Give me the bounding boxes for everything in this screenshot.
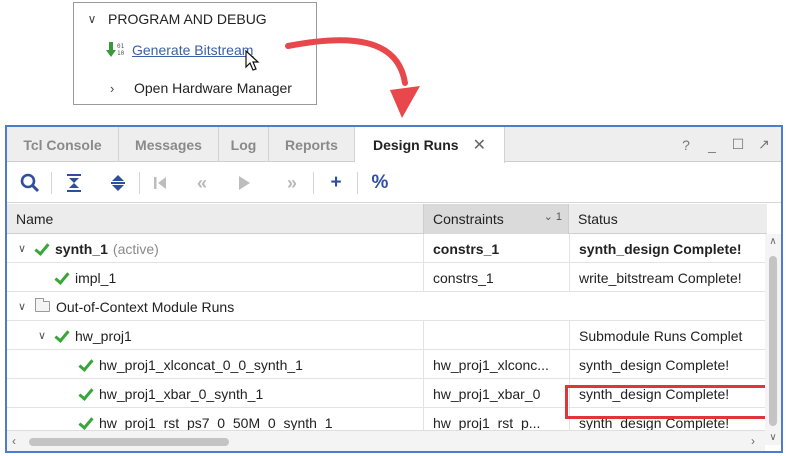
check-icon [77,357,93,373]
chevron-down-icon: ∨ [87,12,97,26]
table-row[interactable]: ∨ hw_proj1 Submodule Runs Complet [7,321,767,350]
percent-icon[interactable]: % [367,170,393,196]
search-icon[interactable] [17,170,43,196]
check-icon [77,415,93,431]
run-status: synth_design Complete! [569,379,767,408]
expand-all-icon[interactable] [105,170,131,196]
generate-bitstream-item[interactable]: 01 10 Generate Bitstream [106,39,253,61]
table-row[interactable]: ∨ Out-of-Context Module Runs [7,292,767,321]
svg-text:10: 10 [117,50,125,57]
minimize-icon[interactable]: _ [705,137,719,153]
play-icon[interactable] [231,170,257,196]
run-constraints: constrs_1 [423,234,569,263]
chevron-down-icon[interactable]: ∨ [35,329,49,342]
run-constraints [423,321,569,350]
run-name: hw_proj1_xlconcat_0_0_synth_1 [99,356,303,373]
run-status: write_bitstream Complete! [569,263,767,292]
active-badge: (active) [112,240,159,257]
scroll-left-icon[interactable]: ‹ [12,434,16,448]
section-title: PROGRAM AND DEBUG [108,11,267,27]
mouse-cursor-icon [245,49,261,72]
generate-bitstream-icon: 01 10 [106,40,126,60]
tab-log[interactable]: Log [219,127,269,162]
vertical-scrollbar[interactable]: ∧ ∨ [765,234,781,445]
design-runs-panel: Tcl Console Messages Log Reports Design … [5,125,783,453]
chevron-down-icon[interactable]: ∨ [15,300,29,313]
header-status[interactable]: Status [569,204,767,234]
check-icon [53,270,69,286]
table-row[interactable]: hw_proj1_xlconcat_0_0_synth_1 hw_proj1_x… [7,350,767,379]
help-icon[interactable]: ? [679,137,693,153]
table-row[interactable]: ∨ synth_1 (active) constrs_1 synth_desig… [7,234,767,263]
folder-icon [35,298,50,312]
vertical-scroll-thumb[interactable] [769,256,777,426]
scroll-up-icon[interactable]: ∧ [765,236,781,247]
open-hardware-manager-label: Open Hardware Manager [134,80,292,96]
run-constraints: hw_proj1_xbar_0 [423,379,569,408]
tab-messages[interactable]: Messages [119,127,219,162]
toolbar: « » + % [7,163,781,203]
chevron-down-icon[interactable]: ∨ [15,242,29,255]
svg-text:01: 01 [117,43,125,50]
run-status: synth_design Complete! [569,350,767,379]
run-name: synth_1 [55,240,108,257]
run-name: hw_proj1_xbar_0_synth_1 [99,385,264,402]
maximize-icon[interactable]: ☐ [731,136,745,153]
tab-bar: Tcl Console Messages Log Reports Design … [7,127,781,163]
horizontal-scroll-thumb[interactable] [29,438,229,446]
chevron-right-icon: › [110,80,115,96]
run-name: impl_1 [75,269,117,286]
previous-icon[interactable]: « [189,170,215,196]
run-status: synth_design Complete! [569,234,767,263]
generate-bitstream-link[interactable]: Generate Bitstream [132,42,253,58]
tab-tcl-console[interactable]: Tcl Console [7,127,119,162]
run-status: Submodule Runs Complet [569,321,767,350]
horizontal-scrollbar[interactable]: ‹ › [7,430,765,451]
callout-arrow [285,37,420,118]
run-constraints: constrs_1 [423,263,569,292]
check-icon [33,241,49,257]
run-constraints: hw_proj1_xlconc... [423,350,569,379]
group-name: Out-of-Context Module Runs [56,298,235,315]
check-icon [77,386,93,402]
tab-reports[interactable]: Reports [269,127,355,162]
tab-design-runs[interactable]: Design Runs ✕ [355,127,505,163]
section-program-and-debug[interactable]: ∨ PROGRAM AND DEBUG [84,9,267,29]
scroll-right-icon[interactable]: › [751,434,755,448]
run-name: hw_proj1 [75,327,132,344]
tab-design-runs-label: Design Runs [373,137,459,153]
collapse-all-icon[interactable] [61,170,87,196]
sort-indicator-icon: ⌄ 1 [543,211,562,223]
close-icon[interactable]: ✕ [473,135,486,155]
check-icon [53,328,69,344]
window-controls: ? _ ☐ ↗ [679,127,771,162]
table-row[interactable]: impl_1 constrs_1 write_bitstream Complet… [7,263,767,292]
header-constraints[interactable]: Constraints ⌄ 1 [423,204,569,234]
open-hardware-manager-item[interactable]: › Open Hardware Manager [110,77,292,99]
float-icon[interactable]: ↗ [757,136,771,153]
add-icon[interactable]: + [323,170,349,196]
next-icon[interactable]: » [279,170,305,196]
table-header: Name Constraints ⌄ 1 Status [7,204,767,234]
first-icon[interactable] [147,170,173,196]
scroll-down-icon[interactable]: ∨ [765,432,781,443]
header-name[interactable]: Name [7,204,423,234]
table-row[interactable]: hw_proj1_xbar_0_synth_1 hw_proj1_xbar_0 … [7,379,767,408]
run-name: hw_proj1_rst_ps7_0_50M_0_synth_1 [99,414,333,431]
